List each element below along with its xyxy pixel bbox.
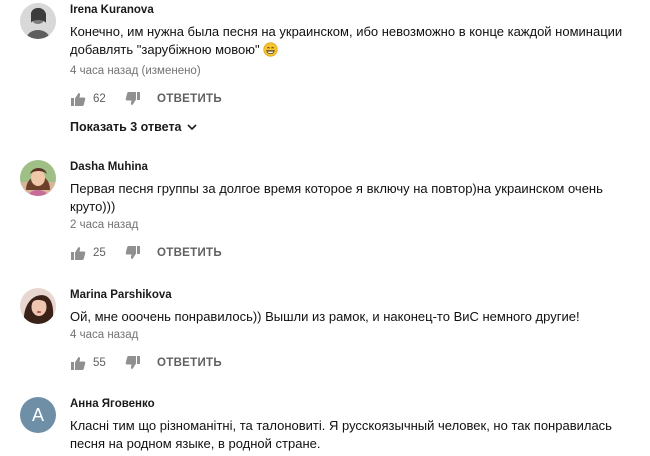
avatar-letter: А — [31, 405, 44, 425]
thumbs-up-icon[interactable] — [70, 245, 86, 261]
comment-timestamp[interactable]: 2 часа назад — [70, 218, 640, 232]
reply-button[interactable]: ОТВЕТИТЬ — [157, 357, 222, 369]
comment-actions: 62 ОТВЕТИТЬ — [70, 90, 640, 108]
comment-author[interactable]: Irena Kuranova — [70, 3, 640, 17]
comment-text: Конечно, им нужна была песня на украинск… — [70, 23, 640, 62]
thumbs-down-icon[interactable] — [125, 91, 141, 107]
avatar[interactable] — [20, 3, 56, 39]
avatar[interactable] — [20, 160, 56, 196]
thumbs-down-icon[interactable] — [125, 355, 141, 371]
avatar[interactable]: А — [20, 397, 56, 433]
like-count: 62 — [93, 93, 106, 105]
comment-actions: 25 ОТВЕТИТЬ — [70, 244, 640, 262]
avatar[interactable] — [20, 288, 56, 324]
like-count: 55 — [93, 357, 106, 369]
comment-author[interactable]: Marina Parshikova — [70, 288, 640, 302]
comment-text-content: Конечно, им нужна была песня на украинск… — [70, 24, 623, 57]
show-replies-label: Показать 3 ответа — [70, 120, 182, 134]
comment-text: Первая песня группы за долгое время кото… — [70, 181, 603, 214]
comment-timestamp[interactable]: 4 часа назад (изменено) — [70, 64, 640, 78]
reply-button[interactable]: ОТВЕТИТЬ — [157, 247, 222, 259]
comment-text: Класні тим що різноманітні, та талоновит… — [70, 418, 612, 451]
like-count: 25 — [93, 247, 106, 259]
show-replies-button[interactable]: Показать 3 ответа — [70, 120, 640, 134]
comment-text: Ой, мне ооочень понравилось)) Вышли из р… — [70, 309, 580, 324]
comment-author[interactable]: Анна Яговенко — [70, 397, 640, 411]
thumbs-down-icon[interactable] — [125, 245, 141, 261]
thumbs-up-icon[interactable] — [70, 355, 86, 371]
comment-timestamp[interactable]: 4 часа назад — [70, 328, 640, 342]
comment-author[interactable]: Dasha Muhina — [70, 160, 640, 174]
chevron-down-icon — [186, 120, 197, 134]
reply-button[interactable]: ОТВЕТИТЬ — [157, 93, 222, 105]
grinning-face-emoji — [263, 42, 278, 62]
comment-actions: 55 ОТВЕТИТЬ — [70, 354, 640, 372]
thumbs-up-icon[interactable] — [70, 91, 86, 107]
